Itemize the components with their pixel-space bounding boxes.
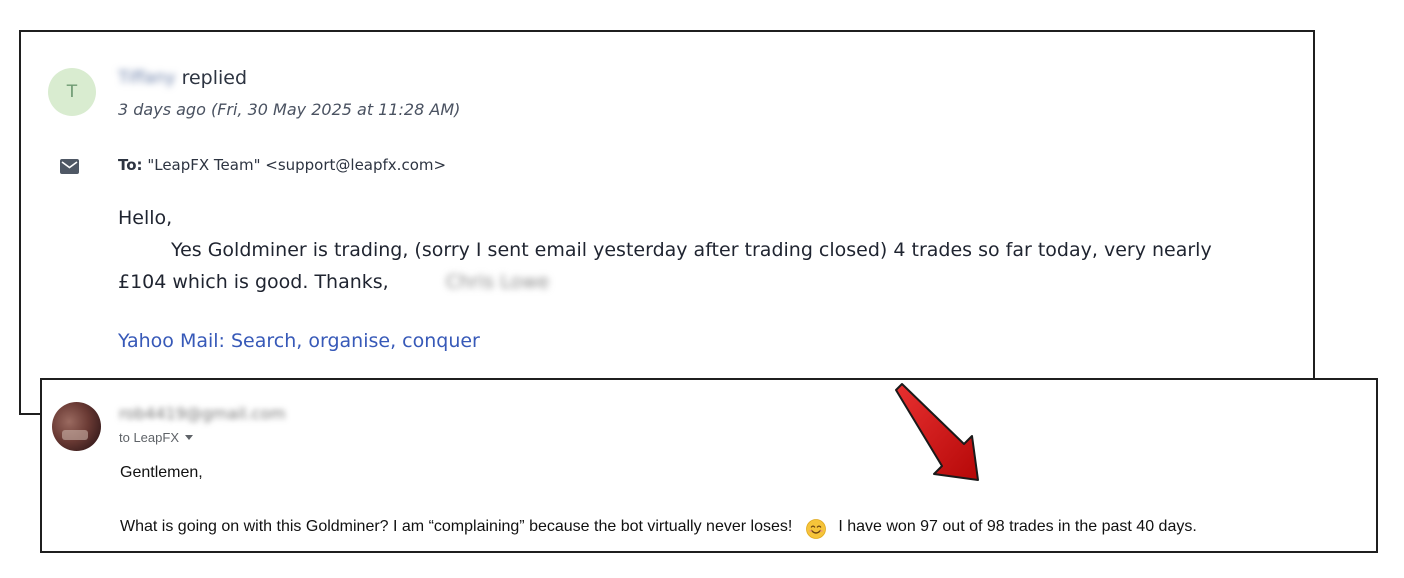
original-message-panel: rob4419@gmail.com to LeapFX Gentlemen, W…	[40, 378, 1378, 553]
original-body: What is going on with this Goldminer? I …	[120, 517, 1197, 539]
reply-date: 3 days ago (Fri, 30 May 2025 at 11:28 AM…	[118, 100, 461, 119]
to-label: to LeapFX	[119, 430, 179, 445]
smiling-face-emoji	[806, 519, 827, 539]
yahoo-mail-footer-link[interactable]: Yahoo Mail: Search, organise, conquer	[118, 330, 480, 352]
reply-message-panel: T Tiffany replied 3 days ago (Fri, 30 Ma…	[19, 30, 1315, 415]
red-arrow-annotation	[895, 383, 979, 481]
reply-body: Hello, Yes Goldminer is trading, (sorry …	[118, 202, 1258, 298]
reply-greeting: Hello,	[118, 207, 173, 229]
body-text-before: What is going on with this Goldminer? I …	[120, 518, 793, 535]
replied-label: replied	[181, 67, 248, 89]
original-greeting: Gentlemen,	[120, 464, 203, 481]
reply-paragraph: Yes Goldminer is trading, (sorry I sent …	[118, 234, 1258, 298]
recipient-dropdown[interactable]: to LeapFX	[119, 430, 193, 445]
to-label: To:	[118, 156, 143, 174]
recipient-address[interactable]: "LeapFX Team" <support@leapfx.com>	[147, 156, 446, 174]
reply-header: Tiffany replied	[118, 64, 247, 92]
signature-name: Chris Lowe	[445, 271, 550, 293]
recipient-line: To: "LeapFX Team" <support@leapfx.com>	[118, 156, 446, 174]
body-text-after: I have won 97 out of 98 trades in the pa…	[838, 518, 1197, 535]
sender-name[interactable]: Tiffany	[118, 68, 176, 88]
original-sender: rob4419@gmail.com	[119, 404, 286, 423]
sender-photo-avatar[interactable]	[52, 402, 101, 451]
chevron-down-icon[interactable]	[185, 435, 193, 440]
reply-text: Yes Goldminer is trading, (sorry I sent …	[118, 239, 1212, 293]
sender-email[interactable]: rob4419@gmail.com	[119, 404, 286, 423]
sender-avatar[interactable]: T	[48, 68, 96, 116]
envelope-icon	[60, 159, 79, 174]
